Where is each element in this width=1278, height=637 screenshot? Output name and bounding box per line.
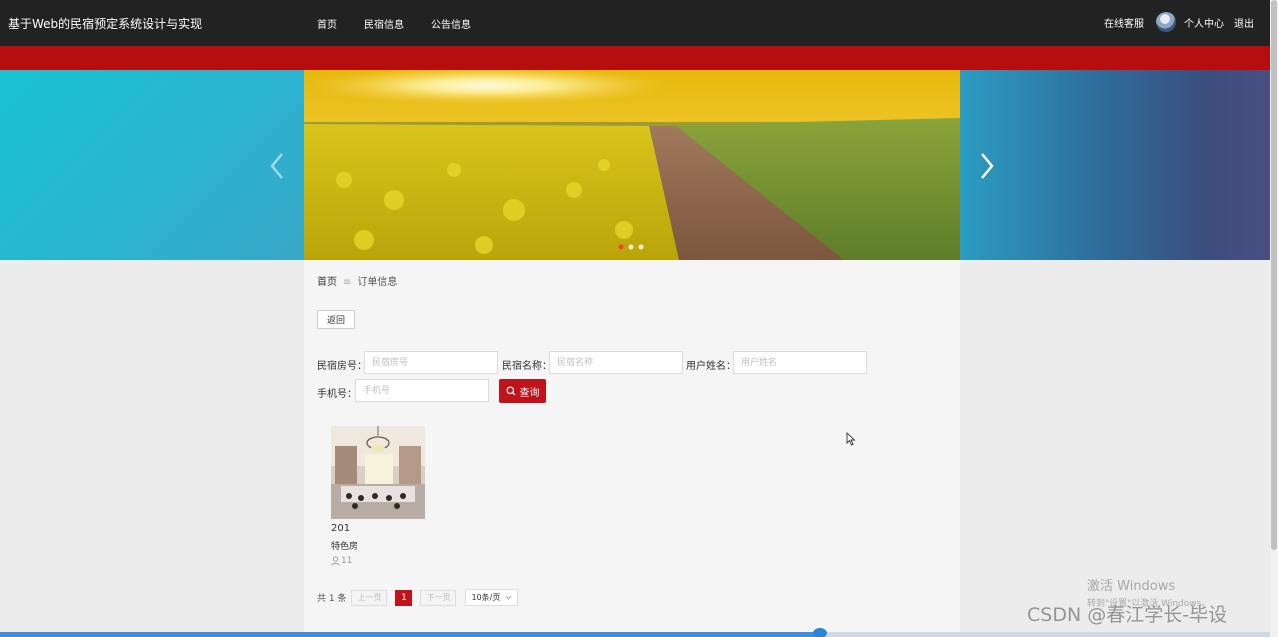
homestay-name-input[interactable]: [549, 351, 683, 374]
carousel-dot-2[interactable]: [628, 244, 634, 250]
carousel-banner: [0, 70, 1270, 260]
user-name-input[interactable]: [733, 351, 867, 374]
phone-input[interactable]: [355, 379, 489, 402]
site-title: 基于Web的民宿预定系统设计与实现: [8, 17, 203, 31]
online-service-link[interactable]: 在线客服: [1104, 15, 1144, 30]
chevron-left-icon: [270, 153, 283, 179]
carousel-indicators: [618, 244, 644, 250]
csdn-watermark: CSDN @春江学长-毕设: [1027, 604, 1228, 626]
top-header: 基于Web的民宿预定系统设计与实现 首页 民宿信息 公告信息 在线客服 个人中心…: [0, 0, 1270, 46]
order-count-value: 11: [341, 556, 353, 566]
mouse-cursor-icon: [846, 432, 856, 446]
main-content: 首页 ≡ 订单信息 返回 民宿房号： 民宿名称： 用户姓名： 手机号： 查询: [304, 260, 960, 637]
room-photo: [331, 426, 425, 519]
order-room-no: 201: [331, 523, 351, 534]
prev-page-button[interactable]: 上一页: [351, 589, 388, 606]
room-no-input[interactable]: [364, 351, 498, 374]
nav-announcements[interactable]: 公告信息: [431, 16, 471, 31]
room-no-label: 民宿房号：: [317, 361, 367, 372]
pagination: 共 1 条 上一页 1 下一页 10条/页: [317, 589, 519, 606]
chevron-right-icon: [981, 153, 994, 179]
profile-link[interactable]: 个人中心: [1184, 15, 1224, 30]
user-icon: [331, 556, 340, 566]
order-count: 11: [331, 556, 425, 566]
breadcrumb-home[interactable]: 首页: [317, 277, 337, 288]
pagination-total: 共 1 条: [317, 594, 347, 604]
carousel-dot-1[interactable]: [618, 244, 624, 250]
breadcrumb: 首页 ≡ 订单信息: [317, 273, 397, 288]
search-button[interactable]: 查询: [499, 379, 546, 403]
progress-handle[interactable]: [813, 628, 827, 637]
back-button[interactable]: 返回: [317, 310, 355, 329]
carousel-dot-3[interactable]: [638, 244, 644, 250]
phone-label: 手机号：: [317, 389, 357, 400]
search-button-label: 查询: [519, 387, 540, 399]
carousel-next-button[interactable]: [972, 146, 1002, 186]
scrollbar-thumb[interactable]: [1271, 0, 1277, 550]
banner-image-rapeseed-field: [304, 70, 960, 260]
progress-fill: [0, 632, 820, 637]
search-icon: [506, 386, 515, 396]
nav-homestay-info[interactable]: 民宿信息: [364, 16, 404, 31]
page-size-select[interactable]: 10条/页: [465, 589, 519, 606]
page-number-button[interactable]: 1: [395, 589, 413, 606]
chevron-down-icon: [505, 595, 512, 600]
breadcrumb-separator: ≡: [343, 277, 352, 288]
avatar[interactable]: [1156, 12, 1176, 32]
order-card[interactable]: 201 特色房 11: [331, 426, 425, 566]
breadcrumb-current: 订单信息: [357, 277, 398, 288]
page-size-value: 10条/页: [471, 593, 501, 602]
bottom-progress-bar[interactable]: [0, 632, 1270, 637]
logout-link[interactable]: 退出: [1234, 15, 1254, 30]
carousel-prev-button[interactable]: [262, 146, 292, 186]
nav-home[interactable]: 首页: [317, 16, 337, 31]
next-page-button[interactable]: 下一页: [420, 589, 457, 606]
carousel-prev-slide: [0, 70, 304, 260]
carousel-next-slide: [960, 70, 1270, 260]
user-nav: 在线客服 个人中心 退出: [1104, 12, 1254, 32]
red-accent-bar: [0, 46, 1270, 70]
main-nav: 首页 民宿信息 公告信息: [317, 16, 471, 31]
homestay-name-label: 民宿名称：: [502, 361, 552, 372]
vertical-scrollbar[interactable]: [1270, 0, 1278, 637]
order-room-type: 特色房: [331, 542, 359, 552]
user-name-label: 用户姓名：: [686, 361, 736, 372]
activation-title: 激活 Windows: [1087, 579, 1176, 594]
